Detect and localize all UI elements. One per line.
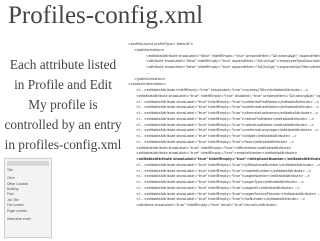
xml-line: <!-- <editableAttribute hideIfEmpty="tru… [136, 88, 309, 92]
xml-line: <attribute showLabel="true" hideIfEmpty=… [136, 203, 278, 207]
xml-code-block: <profileLayout profileType="default"> <jo… [124, 42, 320, 240]
thumbnail-header-bar [7, 161, 49, 166]
xml-line: <!-- <editableAttribute showLabel="true"… [136, 116, 315, 121]
xml-line: <editableAttribute showLabel="true" hide… [136, 157, 320, 161]
xml-line: <editableAttribute showLabel="true" hide… [136, 93, 320, 98]
xml-line: <!-- <editableAttribute showLabel="true"… [136, 180, 305, 184]
xml-line: <!-- <editableAttribute showLabel="true"… [136, 111, 319, 115]
xml-line: <!-- <editableAttribute showLabel="true"… [136, 134, 297, 138]
xml-line: <!-- <editableAttribute showLabel="true"… [136, 185, 300, 190]
xml-line: <attribute showLabel="false" hideIfEmpty… [146, 65, 320, 69]
xml-line: <!-- <editableAttribute showLabel="true"… [136, 162, 320, 167]
xml-line: <!-- <editableAttribute showLabel="true"… [136, 139, 295, 144]
slide-title: Profiles-config.xml [8, 2, 204, 29]
profile-form-thumbnail: Title Other Office Location Building Floor Jo… [4, 158, 52, 238]
slide-description: Each attribute listed in Profile and Edi… [4, 57, 122, 152]
